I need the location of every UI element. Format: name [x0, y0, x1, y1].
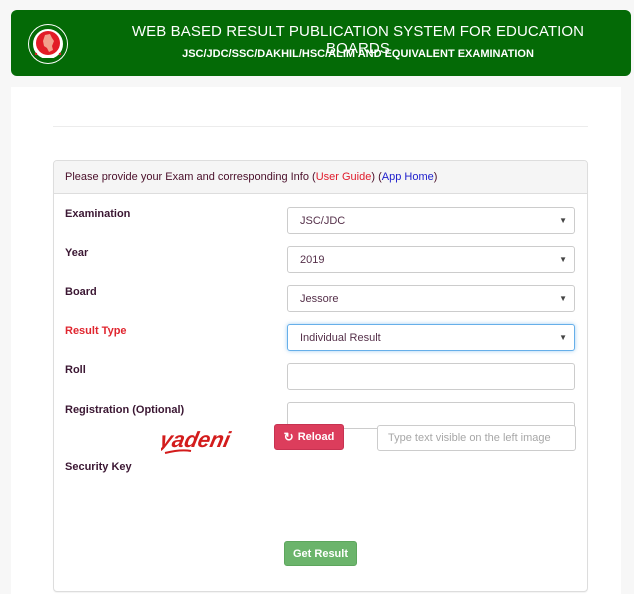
chevron-down-icon: ▼	[559, 216, 567, 225]
board-select[interactable]: Jessore ▼	[287, 285, 575, 312]
header-subtitle: JSC/JDC/SSC/DAKHIL/HSC/ALIM AND EQUIVALE…	[182, 48, 534, 60]
roll-label: Roll	[65, 364, 86, 376]
result-type-label: Result Type	[65, 325, 127, 337]
chevron-down-icon: ▼	[559, 255, 567, 264]
result-type-value: Individual Result	[300, 332, 381, 344]
security-key-label: Security Key	[65, 461, 132, 473]
exam-info-panel: Please provide your Exam and correspondi…	[53, 160, 588, 592]
year-value: 2019	[300, 254, 325, 266]
panel-heading: Please provide your Exam and correspondi…	[54, 161, 587, 194]
divider	[53, 126, 588, 127]
examination-value: JSC/JDC	[300, 215, 346, 227]
app-home-link[interactable]: App Home	[382, 171, 434, 183]
site-header: WEB BASED RESULT PUBLICATION SYSTEM FOR …	[11, 10, 631, 76]
reload-captcha-button[interactable]: ↻ Reload	[274, 424, 344, 450]
year-label: Year	[65, 247, 89, 259]
get-result-button[interactable]: Get Result	[284, 541, 357, 566]
reload-label: Reload	[297, 431, 335, 443]
captcha-image: yadeni	[161, 427, 233, 454]
user-guide-link[interactable]: User Guide	[316, 171, 372, 183]
result-type-select[interactable]: Individual Result ▼	[287, 324, 575, 351]
captcha-input-placeholder: Type text visible on the left image	[388, 432, 551, 444]
examination-label: Examination	[65, 208, 131, 220]
captcha-text: yadeni	[161, 427, 233, 452]
paren: )	[433, 171, 438, 183]
examination-select[interactable]: JSC/JDC ▼	[287, 207, 575, 234]
panel-heading-text: Please provide your Exam and correspondi…	[65, 171, 313, 183]
main-container: Please provide your Exam and correspondi…	[11, 87, 621, 594]
board-value: Jessore	[300, 293, 339, 305]
refresh-icon: ↻	[283, 430, 294, 444]
registration-label: Registration (Optional)	[65, 404, 185, 416]
roll-input[interactable]	[287, 363, 575, 390]
year-select[interactable]: 2019 ▼	[287, 246, 575, 273]
board-label: Board	[65, 286, 97, 298]
chevron-down-icon: ▼	[559, 294, 567, 303]
paren: ) (	[371, 171, 382, 183]
chevron-down-icon: ▼	[559, 333, 567, 342]
captcha-input[interactable]: Type text visible on the left image	[377, 425, 576, 451]
